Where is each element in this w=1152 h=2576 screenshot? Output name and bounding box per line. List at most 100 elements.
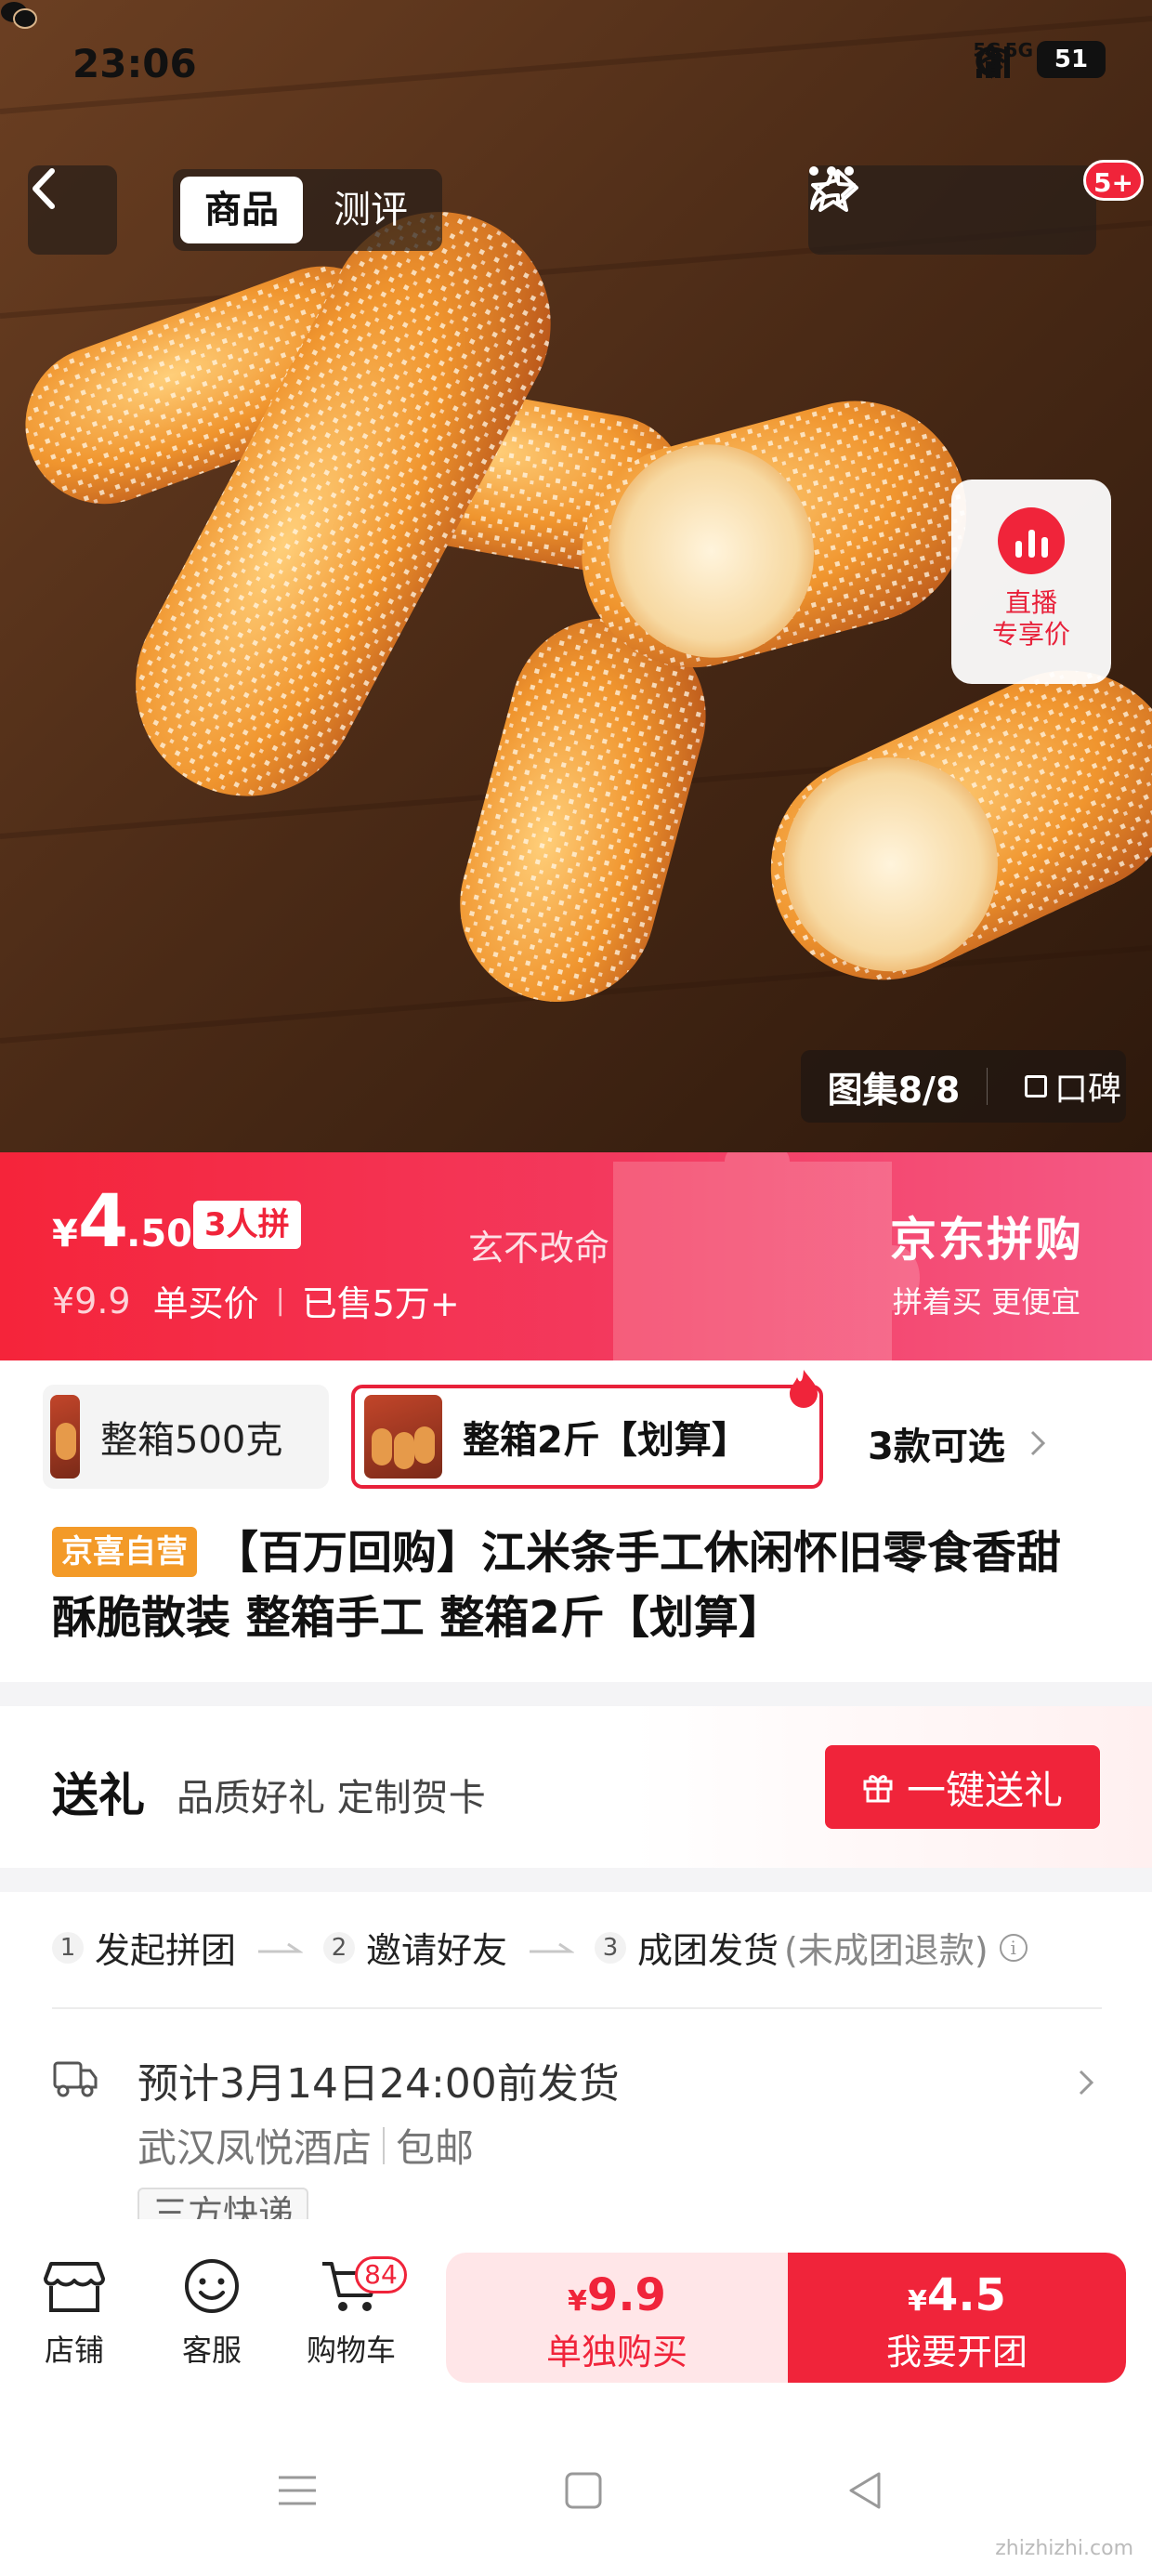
price-subline: ¥9.9 单买价 | 已售5万+ <box>52 1275 460 1326</box>
ship-from: 武汉凤悦酒店 <box>137 2125 373 2171</box>
buy-alone-button[interactable]: ¥9.9 单独购买 <box>446 2253 788 2383</box>
slogan-text: 玄不改命 <box>468 1228 610 1268</box>
currency-symbol: ¥ <box>52 1213 78 1255</box>
price-banner: ¥ 4 .50 3人拼 玄不改命 ¥9.9 单买价 | 已售5万+ 京东拼购 拼… <box>0 1152 1152 1360</box>
system-navigation-bar <box>0 2405 1152 2576</box>
currency-symbol: ¥ <box>908 2285 927 2318</box>
group-price-value: 4.5 <box>926 2269 1006 2321</box>
variant-option[interactable]: 整箱500克 <box>43 1385 329 1489</box>
single-price: ¥9.9 <box>446 2269 788 2321</box>
step-label: 邀请好友 <box>366 1930 508 1971</box>
home-square-icon[interactable] <box>556 2463 611 2518</box>
gift-subtitle: 品质好礼 定制贺卡 <box>177 1777 486 1820</box>
gallery-indicator[interactable]: 图集8/8 口碑 <box>801 1050 1126 1123</box>
product-image-carousel[interactable]: 23:06 5G 5G 51 商品 测评 5+ 直播 专享价 图集8/8 口碑 <box>0 0 1152 1152</box>
shop-button[interactable]: 店铺 <box>19 2256 130 2370</box>
single-price-value: 9.9 <box>586 2269 666 2321</box>
customer-service-button[interactable]: 客服 <box>156 2256 268 2370</box>
action-pill <box>808 165 1096 255</box>
section-divider <box>0 1868 1152 1892</box>
chevron-right-icon <box>1030 1430 1045 1456</box>
variant-label: 整箱2斤【划算】 <box>463 1419 749 1462</box>
step-item: 3 成团发货 (未成团退款) i <box>595 1922 1028 1973</box>
send-gift-label: 一键送礼 <box>906 1767 1063 1813</box>
arrow-right-icon <box>258 1942 304 1952</box>
step-number: 2 <box>323 1931 356 1964</box>
tab-review[interactable]: 测评 <box>310 177 431 243</box>
product-title: 京喜自营 【百万回购】江米条手工休闲怀旧零食香甜酥脆散装 整箱手工 整箱2斤【划算… <box>52 1520 1102 1650</box>
live-label-line2: 专享价 <box>991 619 1070 650</box>
tab-switcher: 商品 测评 <box>173 169 442 251</box>
shipping-eta: 预计3月14日24:00前发货 <box>137 2060 620 2108</box>
smiley-chat-icon <box>185 2259 239 2313</box>
start-group-label: 我要开团 <box>885 2332 1028 2372</box>
info-icon[interactable]: i <box>999 1933 1028 1962</box>
variant-label: 整箱500克 <box>100 1419 283 1462</box>
group-price: ¥ 4 .50 <box>52 1180 192 1264</box>
more-variants-link[interactable]: 3款可选 <box>868 1416 1046 1470</box>
currency-symbol: ¥ <box>568 2285 587 2318</box>
puzzle-decoration <box>613 1152 920 1360</box>
menu-icon[interactable] <box>269 2463 325 2518</box>
send-gift-button[interactable]: 一键送礼 <box>825 1745 1100 1829</box>
single-price-label: 单买价 <box>152 1283 259 1324</box>
sold-count: 已售5万+ <box>301 1283 460 1324</box>
free-shipping: 包邮 <box>396 2125 475 2171</box>
variant-option-selected[interactable]: 整箱2斤【划算】 <box>351 1385 823 1489</box>
delivery-truck-icon <box>53 2061 98 2097</box>
live-bars-icon <box>998 507 1065 574</box>
section-divider <box>0 1682 1152 1706</box>
brand-title: 京东拼购 <box>890 1213 1083 1267</box>
start-group-button[interactable]: ¥4.5 我要开团 <box>788 2253 1126 2383</box>
shop-icon <box>44 2262 105 2312</box>
wechat-icon <box>1 2 37 29</box>
gift-icon <box>863 1775 893 1803</box>
top-navigation: 商品 测评 <box>0 165 1152 255</box>
step-number: 3 <box>595 1931 627 1964</box>
group-price: ¥4.5 <box>788 2269 1126 2321</box>
review-label: 口碑 <box>1054 1071 1122 1109</box>
product-title-text: 【百万回购】江米条手工休闲怀旧零食香甜酥脆散装 整箱手工 整箱2斤【划算】 <box>52 1527 1062 1644</box>
gallery-count: 图集8/8 <box>827 1069 961 1111</box>
chevron-left-icon <box>33 168 55 209</box>
shop-label: 店铺 <box>44 2333 104 2368</box>
status-time: 23:06 <box>72 41 197 86</box>
gift-title: 送礼 <box>52 1768 145 1822</box>
signal-icon <box>976 46 1011 78</box>
divider <box>52 2007 1102 2009</box>
variant-selector: 整箱500克 整箱2斤【划算】 3款可选 <box>0 1360 1152 1511</box>
gift-section: 送礼 品质好礼 定制贺卡 一键送礼 <box>0 1706 1152 1868</box>
square-icon <box>1025 1075 1047 1097</box>
more-dots-icon <box>809 166 854 176</box>
group-buy-steps: 1 发起拼团 2 邀请好友 3 成团发货 (未成团退款) i <box>52 1922 1102 1973</box>
price-decimal: .50 <box>126 1213 192 1255</box>
refund-note: (未成团退款) <box>784 1930 988 1971</box>
variant-thumbnail <box>50 1395 80 1479</box>
step-number: 1 <box>52 1931 84 1964</box>
tab-product[interactable]: 商品 <box>180 177 303 243</box>
step-item: 1 发起拼团 <box>52 1922 236 1973</box>
more-button[interactable] <box>809 166 1066 236</box>
hot-flame-icon <box>790 1370 818 1408</box>
back-triangle-icon[interactable] <box>838 2463 894 2518</box>
live-label-line1: 直播 <box>1004 587 1057 618</box>
cart-count-badge: 84 <box>355 2256 407 2293</box>
step-item: 2 邀请好友 <box>323 1922 507 1973</box>
review-link[interactable]: 口碑 <box>988 1062 1121 1111</box>
group-size-tag: 3人拼 <box>193 1201 301 1249</box>
product-title-block: 京喜自营 【百万回购】江米条手工休闲怀旧零食香甜酥脆散装 整箱手工 整箱2斤【划算… <box>52 1520 1102 1650</box>
more-variants-label: 3款可选 <box>868 1426 1005 1468</box>
step-label: 成团发货 <box>637 1930 779 1971</box>
back-button[interactable] <box>28 165 117 255</box>
variant-thumbnail <box>364 1395 442 1479</box>
battery-indicator: 51 <box>1037 41 1106 78</box>
watermark: zhizhizhi.com <box>995 2537 1133 2560</box>
share-button[interactable] <box>810 169 978 236</box>
cart-label: 购物车 <box>306 2333 396 2368</box>
chevron-right-icon[interactable] <box>1078 2069 1094 2096</box>
shipping-origin: 武汉凤悦酒店 包邮 <box>137 2117 474 2174</box>
step-label: 发起拼团 <box>95 1930 237 1971</box>
live-price-button[interactable]: 直播 专享价 <box>951 480 1111 684</box>
divider <box>383 2126 386 2164</box>
status-bar: 23:06 5G 5G 51 <box>0 0 1152 139</box>
